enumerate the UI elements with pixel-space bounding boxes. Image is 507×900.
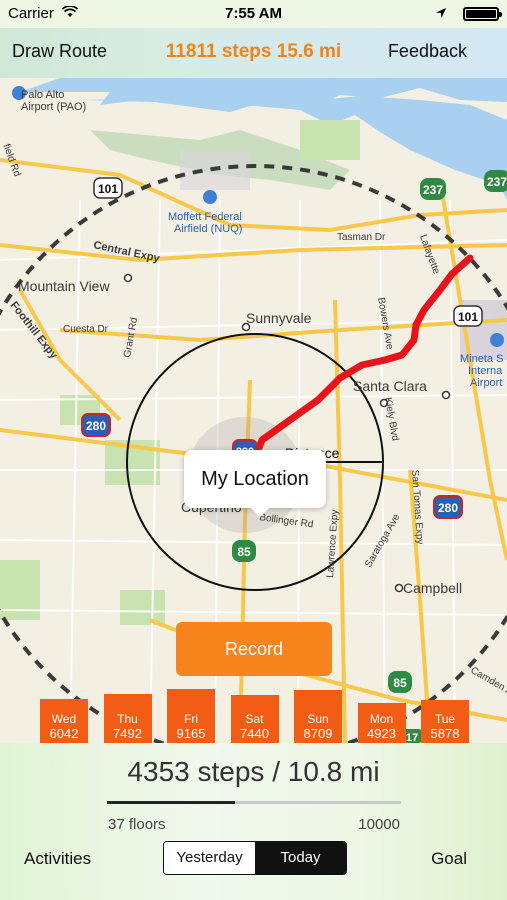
activities-button[interactable]: Activities [24, 849, 91, 869]
day-bar-value: 7440 [240, 725, 269, 741]
park-area [120, 590, 165, 625]
highway-shield: 85 [232, 540, 256, 562]
airport-pin-icon [490, 333, 504, 347]
map-label: Lawrence Expy [325, 509, 341, 578]
map-label: Mineta S [460, 353, 503, 365]
hw85b: 85 [393, 676, 407, 690]
map-label: Kiely Blvd [382, 397, 400, 442]
nav-bar: Draw Route 11811 steps 15.6 mi Feedback [0, 28, 507, 78]
highway-shield: 237 [484, 170, 507, 192]
map-label: Mountain View [18, 278, 110, 294]
yesterday-segment[interactable]: Yesterday [164, 842, 255, 874]
hw237b: 237 [487, 175, 507, 189]
park-area [300, 120, 360, 160]
hw101a: 101 [98, 182, 118, 196]
clock: 7:55 AM [225, 5, 282, 22]
map-label: Interna [468, 365, 503, 377]
day-bar-sat[interactable]: Sat 7440 [230, 694, 279, 743]
hw85a: 85 [237, 545, 251, 559]
location-arrow-icon [436, 8, 446, 18]
map-label: Santa Clara [353, 378, 427, 394]
day-bar-wed[interactable]: Wed 6042 [40, 699, 88, 743]
goal-progress-fill [107, 801, 235, 804]
floors-label: 37 floors [108, 816, 166, 833]
map-label: Moffett Federal [168, 211, 242, 223]
day-bar-value: 7492 [113, 725, 142, 741]
day-bar-label: Tue [434, 711, 456, 726]
day-bar-thu[interactable]: Thu 7492 [103, 694, 152, 743]
highway-shield: 101 [453, 305, 483, 327]
day-bar-label: Sun [307, 711, 329, 726]
highway-shield: 101 [93, 177, 123, 199]
battery-icon [463, 7, 502, 21]
map-label: Airport [470, 377, 502, 389]
map-label: Airfield (NUQ) [174, 223, 242, 235]
day-bar-tue[interactable]: Tue 5878 [421, 699, 469, 743]
day-bar-mon[interactable]: Mon 4923 [357, 702, 406, 743]
hw101b: 101 [458, 310, 478, 324]
map-label: Camden A [469, 665, 507, 698]
map-label: Sunnyvale [246, 310, 312, 326]
today-segment[interactable]: Today [255, 842, 346, 874]
day-bar-label: Mon [369, 711, 394, 726]
highway-shield: 237 [420, 178, 446, 200]
hw17: 17 [406, 732, 418, 743]
map-label: Airport (PAO) [21, 101, 86, 113]
day-bar-value: 9165 [176, 726, 206, 741]
hw237a: 237 [423, 183, 443, 197]
hw280c: 280 [438, 501, 458, 515]
my-location-callout[interactable]: My Location [184, 450, 326, 517]
day-bar-label: Wed [51, 711, 77, 726]
status-bar: Carrier 7:55 AM [0, 0, 507, 28]
map-label: Tasman Dr [337, 232, 386, 243]
airport-pin-icon [203, 190, 217, 204]
day-bar-value: 5878 [430, 725, 460, 741]
day-bar-label: Thu [117, 711, 138, 726]
map-label: Bowers Ave [375, 297, 395, 351]
highway-shield: 280 [433, 495, 463, 519]
map-label: Campbell [403, 580, 462, 596]
feedback-button[interactable]: Feedback [388, 41, 467, 62]
highway-shield: 85 [388, 671, 412, 693]
day-bar-sun[interactable]: Sun 8709 [294, 690, 342, 743]
day-bar-label: Fri [184, 712, 198, 726]
map-label: Cuesta Dr [63, 324, 109, 335]
day-bar-fri[interactable]: Fri 9165 [167, 689, 215, 743]
map-label: Foothill Expy [8, 299, 61, 362]
goal-progress-bar [107, 801, 401, 804]
hw280a: 280 [86, 419, 106, 433]
goal-value: 10000 [358, 816, 400, 833]
day-bar-value: 6042 [49, 725, 79, 741]
highway-shield: 280 [81, 413, 111, 437]
route-path [251, 254, 474, 462]
map-label: Central Expy [92, 239, 161, 265]
day-bar-label: Sat [245, 711, 264, 726]
day-bar-value: 4923 [367, 725, 396, 741]
map-label: Lafayette [417, 233, 442, 276]
map-label: Palo Alto [21, 89, 64, 101]
goal-button[interactable]: Goal [431, 849, 467, 869]
day-bar-value: 8709 [303, 725, 333, 741]
map-label: Grant Rd [122, 317, 140, 359]
day-segmented-control: Yesterday Today [163, 841, 347, 875]
record-button[interactable]: Record [176, 622, 332, 676]
steps-summary: 4353 steps / 10.8 mi [127, 756, 380, 787]
